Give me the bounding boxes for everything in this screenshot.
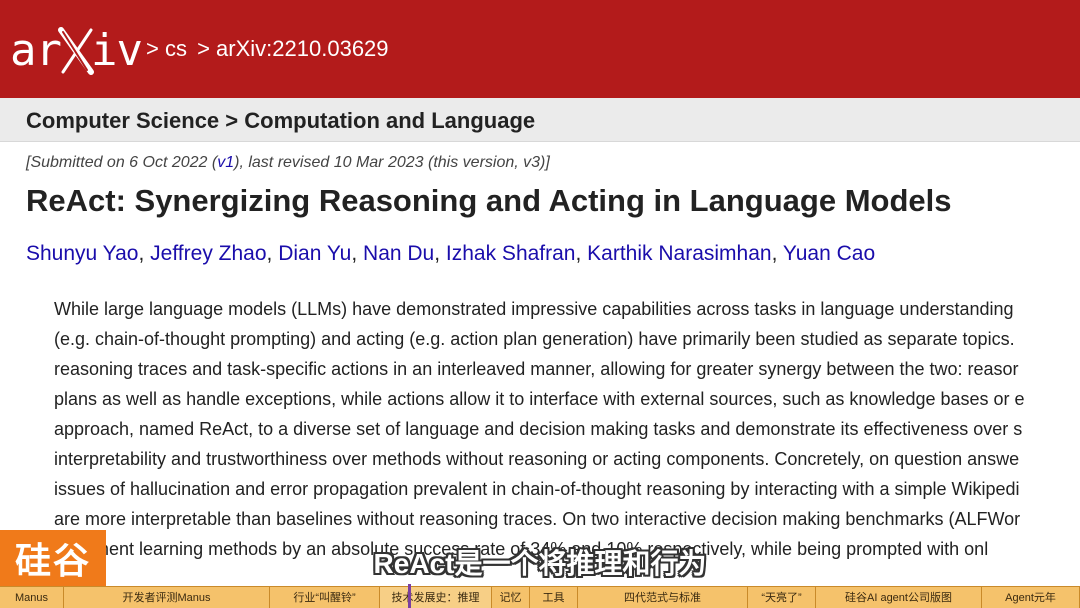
- abstract-line: are more interpretable than baselines wi…: [54, 509, 1021, 529]
- breadcrumb-paper-id[interactable]: > arXiv:2210.03629: [197, 36, 388, 61]
- chapter-segment[interactable]: “天亮了”: [748, 587, 816, 608]
- version-v1-link[interactable]: v1: [217, 154, 234, 171]
- logo-x-icon: [57, 26, 94, 76]
- author-link[interactable]: Izhak Shafran: [446, 242, 576, 265]
- abstract-line: While large language models (LLMs) have …: [54, 299, 1014, 319]
- chapter-segment[interactable]: 记忆: [492, 587, 530, 608]
- author-link[interactable]: Karthik Narasimhan: [587, 242, 771, 265]
- breadcrumb: > cs > arXiv:2210.03629: [146, 36, 393, 62]
- subject-bar: Computer Science > Computation and Langu…: [0, 98, 1080, 142]
- author-list: Shunyu Yao, Jeffrey Zhao, Dian Yu, Nan D…: [26, 242, 876, 265]
- chapter-segment[interactable]: Agent元年: [982, 587, 1080, 608]
- author-link[interactable]: Jeffrey Zhao: [150, 242, 266, 265]
- logo-text-right: iv: [90, 25, 143, 76]
- playhead-marker[interactable]: [408, 584, 411, 608]
- dateline-suffix: ), last revised 10 Mar 2023 (this versio…: [234, 154, 550, 171]
- logo-text-left: ar: [10, 25, 62, 76]
- chapter-segment[interactable]: 四代范式与标准: [578, 587, 748, 608]
- breadcrumb-cs[interactable]: > cs: [146, 36, 187, 61]
- video-subtitle: ReAct是一个将推理和行为: [373, 548, 707, 579]
- chapter-segment[interactable]: 工具: [530, 587, 578, 608]
- chapter-segment[interactable]: Manus: [0, 587, 64, 608]
- dateline-prefix: [Submitted on 6 Oct 2022 (: [26, 154, 218, 171]
- abstract-line: plans as well as handle exceptions, whil…: [54, 389, 1025, 409]
- abstract-line: (e.g. chain-of-thought prompting) and ac…: [54, 329, 1015, 349]
- abstract-line: approach, named ReAct, to a diverse set …: [54, 419, 1023, 439]
- subject-heading: Computer Science > Computation and Langu…: [26, 108, 536, 133]
- author-link[interactable]: Dian Yu: [278, 242, 351, 265]
- submission-dateline: [Submitted on 6 Oct 2022 (v1), last revi…: [26, 154, 550, 172]
- author-link[interactable]: Shunyu Yao: [26, 242, 139, 265]
- abstract-line: issues of hallucination and error propag…: [54, 479, 1020, 499]
- chapter-bar: Manus 开发者评测Manus 行业“叫醒铃” 技术发展史：推理 记忆 工具 四代范式与标…: [0, 586, 1080, 608]
- arxiv-logo[interactable]: ar iv: [10, 25, 143, 76]
- author-link[interactable]: Yuan Cao: [783, 242, 875, 265]
- abstract-line: interpretability and trustworthiness ove…: [54, 449, 1020, 469]
- abstract-line: reasoning traces and task-specific actio…: [54, 359, 1019, 379]
- chapter-segment[interactable]: 开发者评测Manus: [64, 587, 270, 608]
- paper-title: ReAct: Synergizing Reasoning and Acting …: [26, 183, 952, 218]
- chapter-segment[interactable]: 硅谷AI agent公司版图: [816, 587, 982, 608]
- author-link[interactable]: Nan Du: [363, 242, 434, 265]
- chapter-segment[interactable]: 行业“叫醒铃”: [270, 587, 380, 608]
- chapter-segment[interactable]: 技术发展史：推理: [380, 587, 492, 608]
- arxiv-header: ar iv > cs > arXiv:2210.03629: [0, 0, 1080, 98]
